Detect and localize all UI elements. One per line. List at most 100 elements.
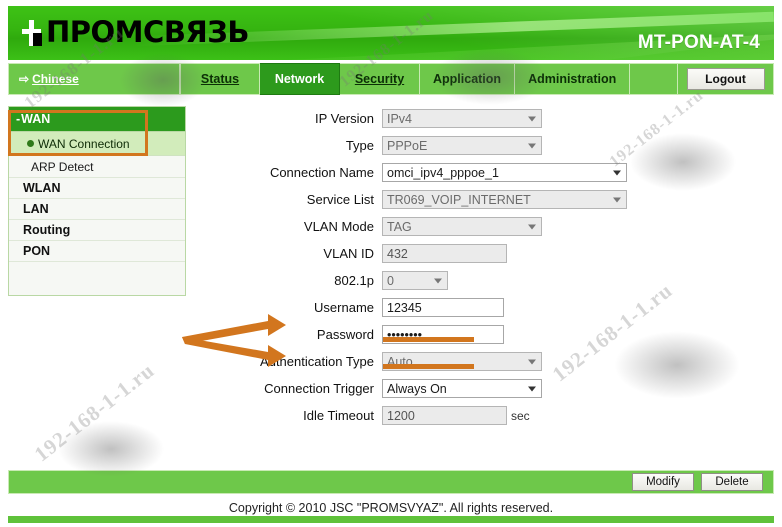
chevron-down-icon [528, 359, 536, 364]
select-ip-version-value: IPv4 [387, 111, 413, 126]
chevron-down-icon [528, 224, 536, 229]
select-connection-trigger[interactable]: Always On [382, 379, 542, 398]
footer-strip [8, 516, 774, 523]
label-service-list: Service List [306, 192, 374, 207]
select-service-list-value: TR069_VOIP_INTERNET [387, 192, 531, 207]
sidebar-item-routing-label: Routing [23, 223, 71, 237]
select-vlan-mode[interactable]: TAG [382, 217, 542, 236]
input-idle-timeout[interactable] [382, 406, 507, 425]
tab-status[interactable]: Status [180, 63, 260, 95]
brand-name: ПРОМСВЯЗЬ [46, 15, 249, 49]
input-username[interactable] [382, 298, 504, 317]
chevron-down-icon [528, 386, 536, 391]
row-username: Username [196, 295, 774, 320]
select-dot1p-value: 0 [387, 273, 394, 288]
language-switch-cell: ⇨ Chinese [8, 63, 180, 95]
tab-administration-label: Administration [528, 72, 617, 86]
label-idle-timeout: Idle Timeout [303, 408, 374, 423]
tab-network-label: Network [274, 72, 325, 86]
chevron-down-icon [434, 278, 442, 283]
language-link-chinese[interactable]: ⇨ Chinese [19, 72, 79, 86]
input-vlan-id[interactable] [382, 244, 507, 263]
modify-button[interactable]: Modify [632, 473, 694, 491]
tab-application[interactable]: Application [420, 63, 516, 95]
row-vlan-mode: VLAN Mode TAG [196, 214, 774, 239]
chevron-down-icon [528, 116, 536, 121]
sidebar-item-arp-detect-label: ARP Detect [31, 159, 94, 174]
sidebar-item-wlan-label: WLAN [23, 181, 61, 195]
label-auth-type: Authentication Type [260, 354, 374, 369]
chevron-down-icon [613, 170, 621, 175]
sidebar-item-pon-label: PON [23, 244, 51, 258]
row-type: Type PPPoE [196, 133, 774, 158]
row-ip-version: IP Version IPv4 [196, 106, 774, 131]
sidebar-item-wan-connection[interactable]: WAN Connection [9, 132, 185, 156]
label-connection-trigger: Connection Trigger [264, 381, 374, 396]
tab-security-label: Security [354, 72, 405, 86]
arrow-right-icon: ⇨ [19, 72, 30, 86]
row-password: Password [196, 322, 774, 347]
tab-administration[interactable]: Administration [515, 63, 631, 95]
form-action-bar: Modify Delete [8, 470, 774, 494]
sidebar-item-lan-label: LAN [23, 202, 49, 216]
logout-button[interactable]: Logout [686, 68, 765, 90]
watermark-text: 192-168-1-1.ru [29, 357, 159, 467]
tab-network[interactable]: Network [260, 63, 340, 95]
select-connection-name[interactable]: omci_ipv4_pppoe_1 [382, 163, 627, 182]
select-ip-version[interactable]: IPv4 [382, 109, 542, 128]
label-vlan-mode: VLAN Mode [303, 219, 374, 234]
nav-spacer [630, 63, 678, 95]
device-model: MT-PON-AT-4 [637, 32, 760, 53]
sidebar-item-wlan[interactable]: WLAN [9, 178, 185, 199]
bullet-icon [27, 140, 34, 147]
row-dot1p: 802.1p 0 [196, 268, 774, 293]
row-vlan-id: VLAN ID [196, 241, 774, 266]
page-header: ПРОМСВЯЗЬ MT-PON-AT-4 [8, 6, 774, 60]
chevron-down-icon [528, 143, 536, 148]
plug-icon [20, 19, 42, 46]
row-connection-name: Connection Name omci_ipv4_pppoe_1 [196, 160, 774, 185]
row-service-list: Service List TR069_VOIP_INTERNET [196, 187, 774, 212]
delete-button[interactable]: Delete [701, 473, 763, 491]
language-link-label: Chinese [32, 72, 79, 86]
label-vlan-id: VLAN ID [323, 246, 374, 261]
sidebar-item-pon[interactable]: PON [9, 241, 185, 262]
sidebar-item-lan[interactable]: LAN [9, 199, 185, 220]
select-connection-trigger-value: Always On [387, 381, 447, 396]
sidebar-item-arp-detect[interactable]: ARP Detect [9, 156, 185, 178]
wan-connection-form: IP Version IPv4 Type PPPoE Connection Na… [196, 106, 774, 464]
sidebar-item-wan-connection-label: WAN Connection [38, 136, 130, 151]
select-type[interactable]: PPPoE [382, 136, 542, 155]
tab-list: Status Network Security Application Admi… [180, 63, 631, 95]
logout-cell: Logout [678, 63, 774, 95]
label-type: Type [345, 138, 374, 153]
select-type-value: PPPoE [387, 138, 428, 153]
select-auth-type[interactable]: Auto [382, 352, 542, 371]
row-auth-type: Authentication Type Auto [196, 349, 774, 374]
select-auth-type-value: Auto [387, 354, 413, 369]
row-idle-timeout: Idle Timeout sec [196, 403, 774, 428]
sidebar-group-wan-label: WAN [21, 112, 51, 126]
copyright-text: Copyright © 2010 JSC "PROMSVYAZ". All ri… [228, 501, 554, 515]
tab-application-label: Application [433, 72, 502, 86]
brand-logo: ПРОМСВЯЗЬ [20, 18, 249, 47]
label-connection-name: Connection Name [269, 165, 374, 180]
sidebar-group-prefix: - [16, 112, 21, 126]
chevron-down-icon [613, 197, 621, 202]
select-connection-name-value: omci_ipv4_pppoe_1 [387, 165, 499, 180]
sidebar-item-routing[interactable]: Routing [9, 220, 185, 241]
label-username: Username [314, 300, 374, 315]
router-admin-page: ПРОМСВЯЗЬ MT-PON-AT-4 ⇨ Chinese Status N… [0, 0, 782, 527]
unit-idle-timeout: sec [511, 408, 530, 423]
select-dot1p[interactable]: 0 [382, 271, 448, 290]
input-password[interactable] [382, 325, 504, 344]
label-password: Password [316, 327, 374, 342]
main-navigation: ⇨ Chinese Status Network Security Applic… [8, 63, 774, 95]
select-vlan-mode-value: TAG [387, 219, 412, 234]
row-connection-trigger: Connection Trigger Always On [196, 376, 774, 401]
tab-status-label: Status [200, 72, 240, 86]
sidebar-group-wan[interactable]: - WAN [9, 107, 185, 132]
select-service-list[interactable]: TR069_VOIP_INTERNET [382, 190, 627, 209]
tab-security[interactable]: Security [340, 63, 420, 95]
sidebar-menu: - WAN WAN Connection ARP Detect WLAN LAN … [8, 106, 186, 296]
